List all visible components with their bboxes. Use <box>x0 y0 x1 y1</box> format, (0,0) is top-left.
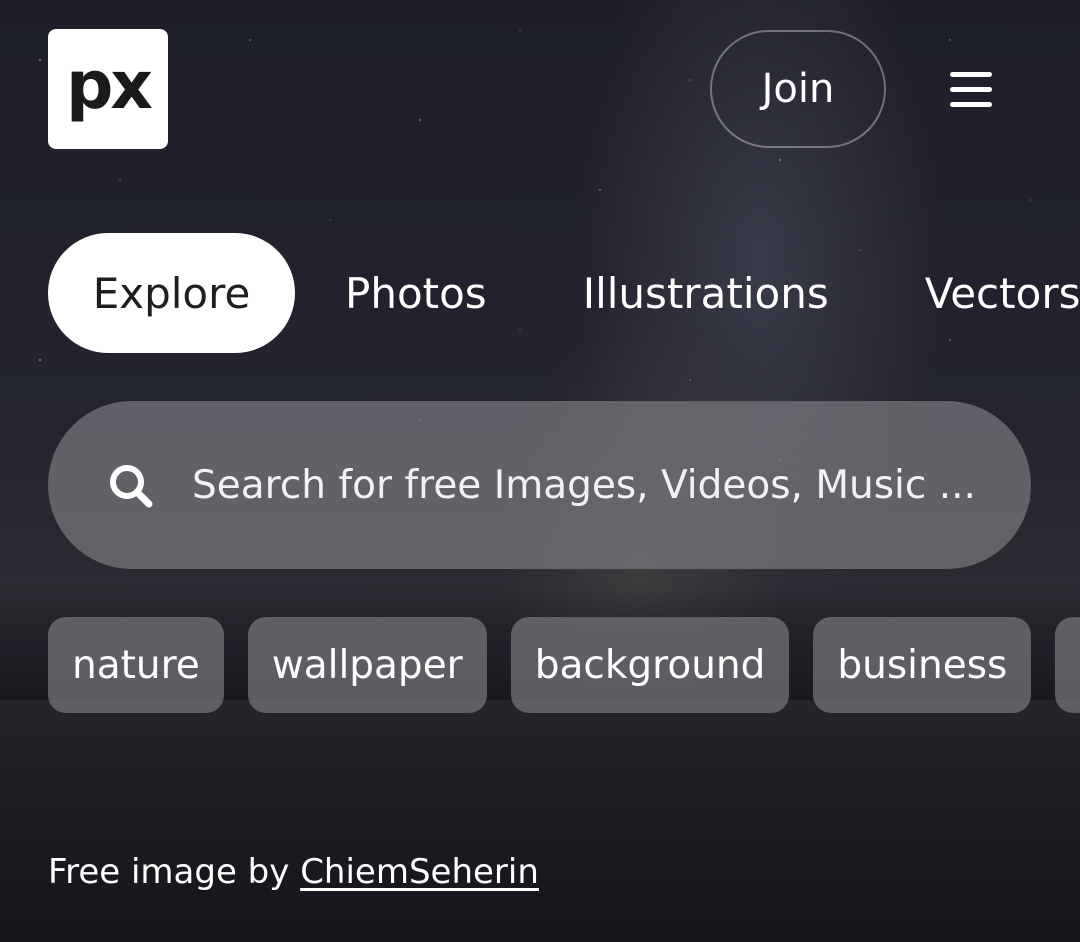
credit-prefix: Free image by <box>48 852 301 892</box>
tab-vectors[interactable]: Vectors <box>877 233 1080 353</box>
tab-explore[interactable]: Explore <box>48 233 295 353</box>
media-type-tabs: Explore Photos Illustrations Vectors <box>48 233 1080 353</box>
search-bar[interactable] <box>48 401 1031 569</box>
tab-photos[interactable]: Photos <box>297 233 535 353</box>
chip-business[interactable]: business <box>813 617 1032 713</box>
chip-nature[interactable]: nature <box>48 617 224 713</box>
suggested-search-chips: nature wallpaper background business <box>48 617 1080 713</box>
chip-wallpaper[interactable]: wallpaper <box>247 617 487 713</box>
pixabay-logo[interactable]: px <box>48 29 168 149</box>
chip-overflow[interactable] <box>1055 617 1080 713</box>
join-button[interactable]: Join <box>710 30 886 148</box>
tab-illustrations[interactable]: Illustrations <box>535 233 877 353</box>
credit-author-link[interactable]: ChiemSeherin <box>300 852 539 892</box>
hamburger-menu-icon[interactable] <box>946 66 998 114</box>
lake-reflection <box>0 700 1080 942</box>
image-credit: Free image by ChiemSeherin <box>48 852 539 892</box>
chip-background[interactable]: background <box>510 617 790 713</box>
logo-text: px <box>66 47 153 124</box>
search-icon[interactable] <box>108 463 154 509</box>
search-input[interactable] <box>192 401 992 569</box>
